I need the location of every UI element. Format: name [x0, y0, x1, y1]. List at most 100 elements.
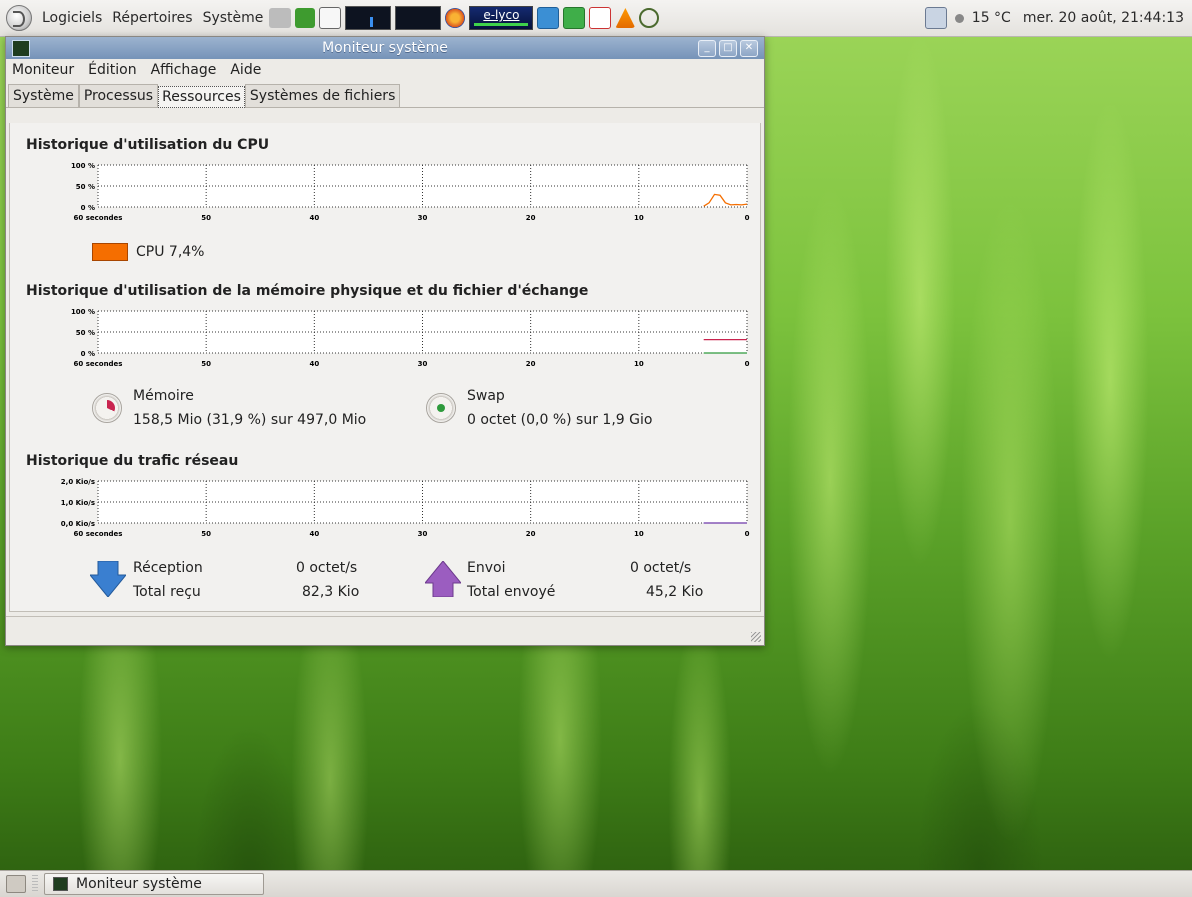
send-label: Envoi — [467, 560, 506, 576]
elyco-applet[interactable]: e-lyco — [469, 6, 534, 30]
network-history-chart: 2,0 Kio/s 1,0 Kio/s 0,0 Kio/s 60 secondes 50… — [61, 478, 750, 537]
taskbar-window-label: Moniteur système — [76, 876, 202, 892]
x-tick-label: 40 — [309, 530, 319, 537]
x-tick-label: 10 — [634, 530, 644, 537]
y-tick-label: 50 % — [76, 183, 95, 191]
tab-systemes-de-fichiers[interactable]: Systèmes de fichiers — [244, 84, 401, 107]
x-tick-label: 30 — [418, 214, 428, 221]
cpu-legend-label: CPU 7,4% — [136, 244, 205, 260]
total-received-value: 82,3 Kio — [302, 584, 360, 600]
weather-temperature[interactable]: 15 °C — [972, 10, 1011, 26]
y-tick-label: 100 % — [71, 308, 95, 316]
calc-icon[interactable] — [563, 7, 586, 29]
x-tick-label: 30 — [418, 530, 428, 537]
resources-panel: Historique d'utilisation du CPU 100 % 50 … — [9, 123, 761, 612]
memory-monitor-applet[interactable] — [395, 6, 442, 30]
menu-moniteur[interactable]: Moniteur — [12, 62, 74, 78]
menu-logiciels[interactable]: Logiciels — [42, 10, 102, 26]
writer-icon[interactable] — [537, 7, 560, 29]
memory-pie-icon[interactable] — [92, 393, 122, 423]
cpu-monitor-applet[interactable] — [345, 6, 392, 30]
show-desktop-icon[interactable] — [6, 875, 26, 893]
system-monitor-window: Moniteur système _ □ ✕ Moniteur Édition … — [5, 36, 765, 646]
panel-launchers: e-lyco — [269, 6, 660, 30]
notification-icon[interactable] — [924, 7, 947, 29]
chart-app-icon[interactable] — [589, 7, 612, 29]
x-tick-label: 0 — [745, 214, 750, 221]
elyco-label: e-lyco — [483, 8, 520, 22]
x-tick-label: 0 — [745, 530, 750, 537]
y-tick-label: 0,0 Kio/s — [61, 520, 95, 528]
y-tick-label: 100 % — [71, 162, 95, 170]
maximize-button[interactable]: □ — [719, 40, 737, 57]
tab-ressources[interactable]: Ressources — [158, 86, 245, 108]
cpu-section-title: Historique d'utilisation du CPU — [26, 137, 270, 153]
receive-rate: 0 octet/s — [296, 560, 358, 576]
x-tick-label: 50 — [201, 530, 211, 537]
send-arrow-icon[interactable] — [425, 561, 461, 597]
x-tick-label: 10 — [634, 360, 644, 367]
swap-pie-icon[interactable] — [426, 393, 456, 423]
y-tick-label: 50 % — [76, 329, 95, 337]
network-graph-icon[interactable] — [639, 8, 660, 28]
x-tick-label: 20 — [526, 530, 536, 537]
window-title: Moniteur système — [322, 40, 448, 56]
receive-label: Réception — [133, 560, 203, 576]
memory-history-chart: 100 % 50 % 0 % 60 secondes 50 40 30 20 10 0 — [71, 308, 750, 367]
x-tick-label: 50 — [201, 360, 211, 367]
tab-systeme[interactable]: Système — [8, 84, 79, 107]
system-monitor-task-icon — [53, 877, 68, 891]
x-tick-label: 20 — [526, 214, 536, 221]
menu-edition[interactable]: Édition — [88, 62, 136, 78]
menu-systeme[interactable]: Système — [203, 10, 264, 26]
weather-icon[interactable] — [954, 13, 964, 23]
y-tick-label: 0 % — [81, 350, 95, 358]
memory-section-title: Historique d'utilisation de la mémoire p… — [26, 283, 589, 299]
main-menu-logo-icon[interactable] — [6, 5, 32, 31]
window-status-bar — [6, 616, 764, 645]
x-tick-label: 40 — [309, 360, 319, 367]
receive-arrow-icon[interactable] — [90, 561, 126, 597]
total-sent-value: 45,2 Kio — [646, 584, 704, 600]
resize-grip-icon[interactable] — [751, 632, 761, 642]
x-tick-label: 60 secondes — [74, 214, 123, 221]
x-tick-label: 20 — [526, 360, 536, 367]
window-titlebar[interactable]: Moniteur système _ □ ✕ — [6, 37, 764, 59]
network-section-title: Historique du trafic réseau — [26, 453, 239, 469]
tab-bar: Système Processus Ressources Systèmes de… — [6, 83, 764, 108]
menubar: Moniteur Édition Affichage Aide — [6, 59, 764, 81]
memory-value: 158,5 Mio (31,9 %) sur 497,0 Mio — [133, 412, 367, 428]
y-tick-label: 0 % — [81, 204, 95, 212]
menu-aide[interactable]: Aide — [230, 62, 261, 78]
vlc-icon[interactable] — [615, 8, 636, 28]
memory-label: Mémoire — [133, 388, 194, 404]
exit-icon[interactable] — [295, 8, 316, 28]
menu-affichage[interactable]: Affichage — [151, 62, 217, 78]
y-tick-label: 2,0 Kio/s — [61, 478, 95, 486]
close-button[interactable]: ✕ — [740, 40, 758, 57]
firefox-icon[interactable] — [445, 8, 466, 28]
x-tick-label: 30 — [418, 360, 428, 367]
top-panel: Logiciels Répertoires Système e-lyco 15 … — [0, 0, 1192, 37]
send-rate: 0 octet/s — [630, 560, 692, 576]
switch-icon[interactable] — [319, 7, 342, 29]
x-tick-label: 60 secondes — [74, 360, 123, 367]
minimize-button[interactable]: _ — [698, 40, 716, 57]
total-received-label: Total reçu — [133, 584, 201, 600]
bottom-panel: Moniteur système — [0, 870, 1192, 897]
x-tick-label: 10 — [634, 214, 644, 221]
x-tick-label: 50 — [201, 214, 211, 221]
panel-handle[interactable] — [32, 875, 38, 893]
volume-icon[interactable] — [269, 8, 292, 28]
clock[interactable]: mer. 20 août, 21:44:13 — [1023, 10, 1184, 26]
x-tick-label: 60 secondes — [74, 530, 123, 537]
swap-value: 0 octet (0,0 %) sur 1,9 Gio — [467, 412, 653, 428]
y-tick-label: 1,0 Kio/s — [61, 499, 95, 507]
taskbar-window-button[interactable]: Moniteur système — [44, 873, 264, 895]
menu-repertoires[interactable]: Répertoires — [112, 10, 192, 26]
total-sent-label: Total envoyé — [467, 584, 556, 600]
swap-label: Swap — [467, 388, 505, 404]
cpu-color-swatch[interactable] — [92, 243, 128, 261]
tab-processus[interactable]: Processus — [78, 84, 159, 107]
cpu-history-chart: 100 % 50 % 0 % 60 secondes 50 40 30 20 10 0 — [71, 162, 750, 221]
